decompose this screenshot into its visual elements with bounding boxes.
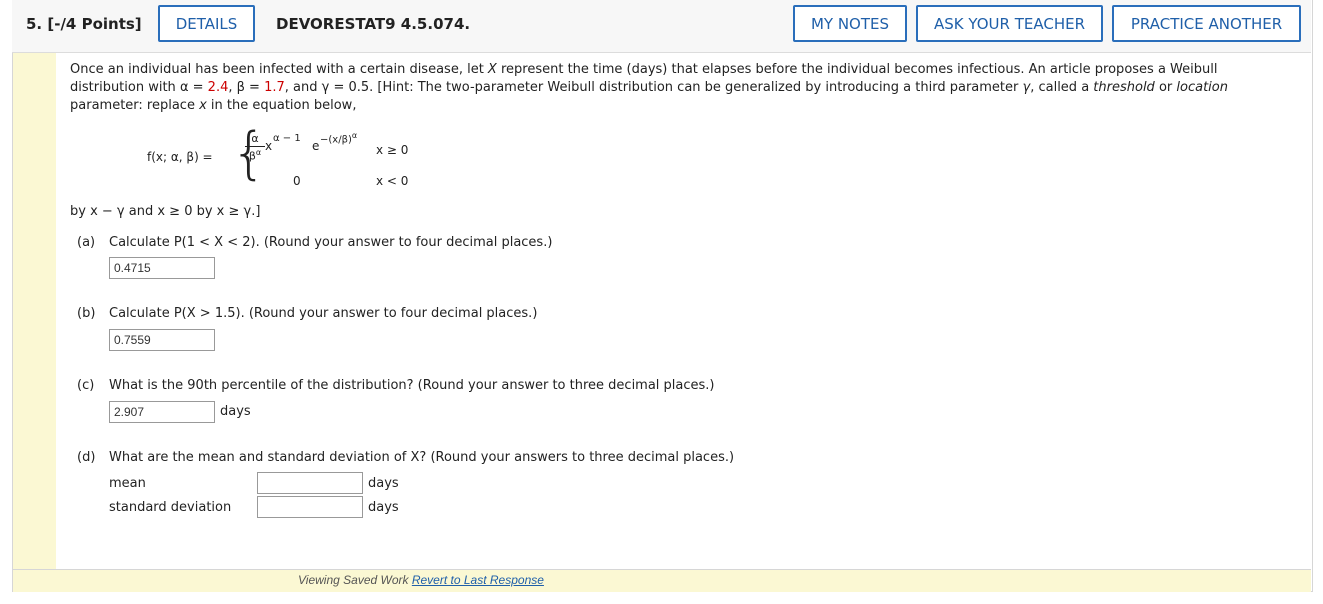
- part-a-answer-input[interactable]: 0.4715: [109, 257, 215, 279]
- question-number: 5. [-/4 Points]: [26, 15, 142, 33]
- alpha-value: 2.4: [207, 80, 229, 95]
- mean-answer-input[interactable]: [257, 472, 363, 494]
- question-code: DEVORESTAT9 4.5.074.: [276, 15, 471, 33]
- condition-neg: x < 0: [376, 174, 409, 188]
- hint-byline: by x − γ and x ≥ 0 by x ≥ γ.]: [70, 204, 261, 219]
- question-header: 5. [-/4 Points] DETAILS DEVORESTAT9 4.5.…: [12, 0, 1311, 53]
- saved-work-text: Viewing Saved Work: [298, 573, 412, 587]
- part-c-answer-input[interactable]: 2.907: [109, 401, 215, 423]
- weibull-formula: f(x; α, β) = { α βα x α − 1 e −(x/β)α x …: [147, 121, 409, 189]
- part-d-question: What are the mean and standard deviation…: [109, 450, 735, 465]
- points-label: [-/4 Points]: [47, 15, 142, 33]
- part-c-unit: days: [220, 404, 251, 419]
- sd-answer-input[interactable]: [257, 496, 363, 518]
- formula-lhs: f(x; α, β) =: [147, 150, 213, 164]
- condition-nonneg: x ≥ 0: [376, 143, 409, 157]
- saved-work-bar: Viewing Saved Work Revert to Last Respon…: [13, 569, 1311, 592]
- part-b-label: (b): [77, 306, 96, 321]
- sd-unit: days: [368, 500, 399, 515]
- part-c-label: (c): [77, 378, 95, 393]
- details-button[interactable]: DETAILS: [158, 5, 255, 42]
- part-a-label: (a): [77, 235, 96, 250]
- part-b-answer-input[interactable]: 0.7559: [109, 329, 215, 351]
- part-a-question: Calculate P(1 < X < 2). (Round your answ…: [109, 235, 553, 250]
- practice-another-button[interactable]: PRACTICE ANOTHER: [1112, 5, 1301, 42]
- mean-unit: days: [368, 476, 399, 491]
- my-notes-button[interactable]: MY NOTES: [793, 5, 907, 42]
- mean-label: mean: [109, 476, 146, 491]
- part-d-label: (d): [77, 450, 96, 465]
- formula-fraction: α βα: [245, 132, 265, 163]
- part-c-question: What is the 90th percentile of the distr…: [109, 378, 715, 393]
- revert-link[interactable]: Revert to Last Response: [412, 573, 544, 587]
- ask-teacher-button[interactable]: ASK YOUR TEACHER: [916, 5, 1103, 42]
- part-b-question: Calculate P(X > 1.5). (Round your answer…: [109, 306, 538, 321]
- problem-intro: Once an individual has been infected wit…: [70, 62, 1228, 113]
- beta-value: 1.7: [264, 80, 285, 95]
- left-strip: [13, 53, 56, 569]
- sd-label: standard deviation: [109, 500, 232, 515]
- formula-zero: 0: [293, 174, 301, 188]
